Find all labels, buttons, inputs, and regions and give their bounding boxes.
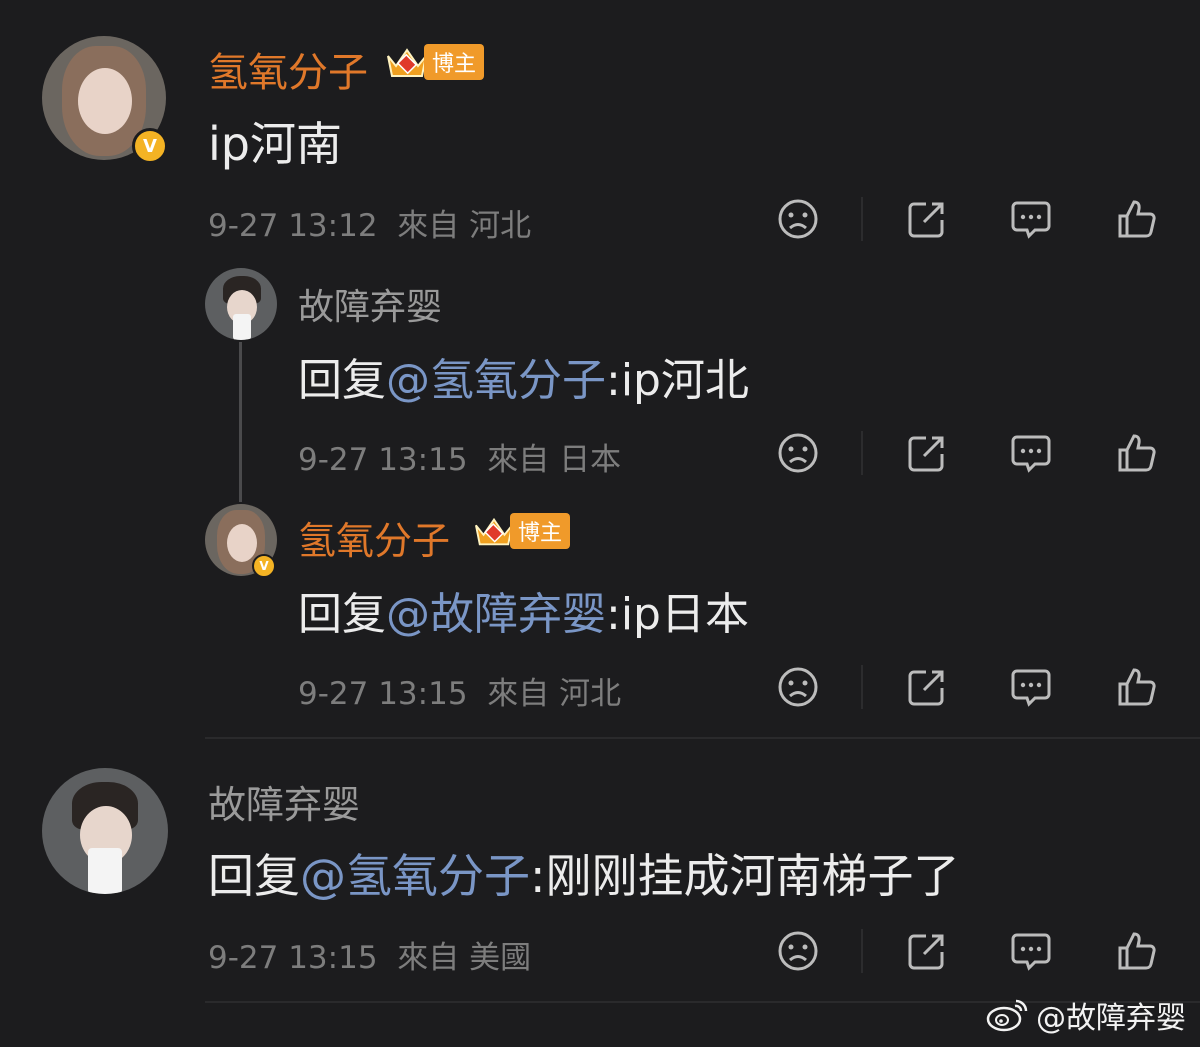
divider bbox=[861, 197, 863, 241]
timestamp: 9-27 13:12 bbox=[208, 208, 378, 244]
location: 來自 河北 bbox=[487, 676, 622, 712]
share-icon bbox=[908, 934, 944, 970]
divider bbox=[861, 665, 863, 709]
dislike-icon bbox=[778, 931, 818, 971]
comment-button[interactable] bbox=[1008, 196, 1054, 242]
share-button[interactable] bbox=[904, 196, 950, 242]
location: 來自 河北 bbox=[397, 208, 532, 244]
username[interactable]: 氢氧分子 bbox=[298, 510, 450, 565]
weibo-logo-icon bbox=[986, 999, 1028, 1032]
dislike-button[interactable] bbox=[775, 664, 821, 710]
comment-button[interactable] bbox=[1008, 928, 1054, 974]
dislike-icon bbox=[778, 667, 818, 707]
dislike-button[interactable] bbox=[775, 430, 821, 476]
share-button[interactable] bbox=[904, 430, 950, 476]
comment-icon bbox=[1011, 201, 1051, 239]
mention-link[interactable]: @氢氧分子 bbox=[300, 849, 530, 903]
dislike-button[interactable] bbox=[775, 196, 821, 242]
comment-icon bbox=[1011, 435, 1051, 473]
section-divider bbox=[205, 737, 1200, 739]
like-icon bbox=[1118, 200, 1156, 238]
comment-icon bbox=[1011, 669, 1051, 707]
comment-button[interactable] bbox=[1008, 664, 1054, 710]
like-icon bbox=[1118, 434, 1156, 472]
reply-item: V 氢氧分子 博主 回复@故障弃婴:ip日本 9-27 13:15 來自 河北 bbox=[0, 494, 1200, 734]
avatar[interactable] bbox=[205, 268, 277, 340]
mention-link[interactable]: @氢氧分子 bbox=[386, 355, 606, 406]
comment-meta: 9-27 13:12 來自 河北 bbox=[208, 200, 531, 245]
verified-icon: V bbox=[132, 128, 168, 164]
blogger-badge: 博主 bbox=[384, 42, 485, 82]
location: 來自 美國 bbox=[397, 940, 532, 976]
watermark: @故障弃婴 bbox=[986, 993, 1186, 1037]
blogger-label: 博主 bbox=[424, 44, 485, 80]
comment-button[interactable] bbox=[1008, 430, 1054, 476]
dislike-icon bbox=[778, 433, 818, 473]
comment-text: ip河南 bbox=[208, 117, 342, 171]
comment-icon bbox=[1011, 933, 1051, 971]
avatar[interactable] bbox=[42, 768, 168, 894]
like-button[interactable] bbox=[1114, 928, 1160, 974]
share-button[interactable] bbox=[904, 664, 950, 710]
comment-item: 故障弃婴 回复@氢氧分子:刚刚挂成河南梯子了 9-27 13:15 來自 美國 bbox=[0, 740, 1200, 1000]
share-button[interactable] bbox=[904, 928, 950, 974]
location: 來自 日本 bbox=[487, 442, 622, 478]
share-icon bbox=[908, 202, 944, 238]
comment-text: 回复@故障弃婴:ip日本 bbox=[298, 589, 749, 640]
timestamp: 9-27 13:15 bbox=[208, 940, 378, 976]
divider bbox=[861, 431, 863, 475]
mention-link[interactable]: @故障弃婴 bbox=[386, 589, 606, 640]
verified-icon: V bbox=[252, 554, 276, 578]
like-button[interactable] bbox=[1114, 430, 1160, 476]
like-icon bbox=[1118, 668, 1156, 706]
dislike-button[interactable] bbox=[775, 928, 821, 974]
comment-meta: 9-27 13:15 來自 日本 bbox=[298, 434, 621, 479]
blogger-label: 博主 bbox=[510, 513, 571, 549]
like-icon bbox=[1118, 932, 1156, 970]
username[interactable]: 故障弃婴 bbox=[208, 774, 360, 829]
comment-meta: 9-27 13:15 來自 美國 bbox=[208, 932, 531, 977]
timestamp: 9-27 13:15 bbox=[298, 442, 468, 478]
watermark-text: @故障弃婴 bbox=[1036, 1001, 1186, 1036]
like-button[interactable] bbox=[1114, 196, 1160, 242]
timestamp: 9-27 13:15 bbox=[298, 676, 468, 712]
comment-text: 回复@氢氧分子:ip河北 bbox=[298, 355, 749, 406]
comment-meta: 9-27 13:15 來自 河北 bbox=[298, 668, 621, 713]
username[interactable]: 氢氧分子 bbox=[208, 40, 368, 98]
username[interactable]: 故障弃婴 bbox=[298, 278, 442, 330]
dislike-icon bbox=[778, 199, 818, 239]
divider bbox=[861, 929, 863, 973]
comment-text: 回复@氢氧分子:刚刚挂成河南梯子了 bbox=[208, 849, 960, 903]
blogger-badge: 博主 bbox=[472, 512, 571, 550]
share-icon bbox=[908, 670, 944, 706]
comment-item: V 氢氧分子 博主 ip河南 9-27 13:12 來自 河北 bbox=[0, 0, 1200, 250]
reply-item: 故障弃婴 回复@氢氧分子:ip河北 9-27 13:15 來自 日本 bbox=[0, 260, 1200, 490]
like-button[interactable] bbox=[1114, 664, 1160, 710]
share-icon bbox=[908, 436, 944, 472]
